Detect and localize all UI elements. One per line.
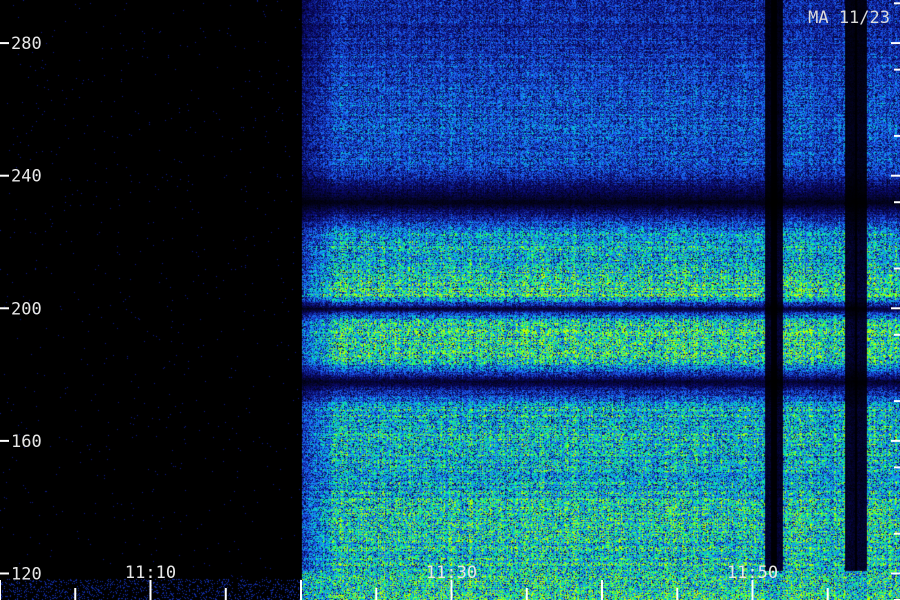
- y-tick-label: 200: [11, 299, 42, 319]
- y-axis-right: [891, 2, 900, 600]
- x-tick-label: 11:10: [125, 563, 176, 583]
- x-tick-label: 11:30: [426, 563, 477, 583]
- x-axis: 11:10 11:30 11:50: [0, 563, 829, 600]
- y-tick-label: 160: [11, 432, 42, 452]
- chart-overlay: MA 11/23 120 160 200 240 280 11:10 11:30 11:50: [0, 2, 900, 600]
- y-tick-label: 280: [11, 34, 42, 54]
- x-tick-label: 11:50: [727, 563, 778, 583]
- chart-title: MA 11/23: [808, 8, 890, 28]
- y-tick-label: 120: [11, 564, 42, 584]
- y-axis-left: 120 160 200 240 280: [0, 34, 42, 584]
- y-tick-label: 240: [11, 167, 42, 187]
